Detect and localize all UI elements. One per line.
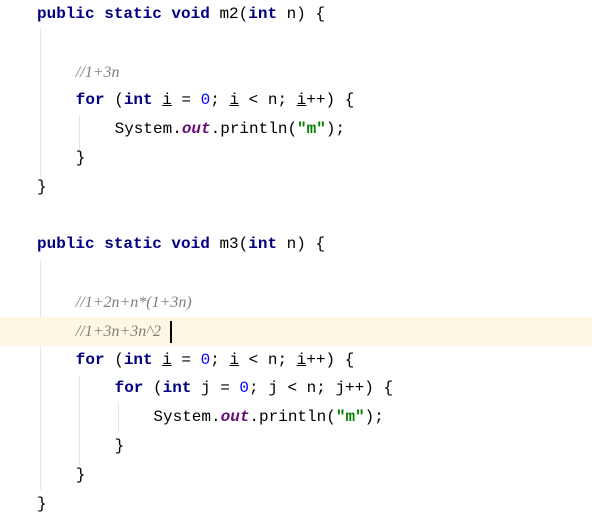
string-literal: "m" bbox=[335, 408, 365, 427]
code-content: public static void m2(int n) { bbox=[37, 0, 325, 29]
comment: //1+3n bbox=[75, 63, 120, 81]
code-line[interactable]: public static void m2(int n) { bbox=[0, 0, 592, 29]
code-text: n) { bbox=[277, 5, 326, 23]
code-content: for (int j = 0; j < n; j++) { bbox=[115, 374, 393, 403]
code-line[interactable]: //1+3n bbox=[0, 58, 592, 87]
code-line[interactable]: public static void m3(int n) { bbox=[0, 230, 592, 259]
keyword: public static void bbox=[37, 5, 220, 23]
keyword: int bbox=[123, 91, 163, 110]
code-line[interactable]: } bbox=[0, 461, 592, 490]
keyword: for bbox=[75, 91, 105, 110]
code-line[interactable] bbox=[0, 202, 592, 231]
code-content: } bbox=[115, 432, 125, 461]
code-text: } bbox=[37, 177, 47, 196]
keyword: for bbox=[75, 350, 105, 369]
code-line[interactable]: for (int i = 0; i < n; i++) { bbox=[0, 346, 592, 375]
variable-underlined: i bbox=[229, 91, 240, 110]
keyword: int bbox=[162, 379, 202, 398]
code-line[interactable]: } bbox=[0, 144, 592, 173]
number-literal: 0 bbox=[200, 350, 211, 369]
code-text: ; bbox=[210, 350, 230, 369]
code-text: j = bbox=[201, 379, 240, 398]
variable-underlined: i bbox=[162, 91, 172, 110]
code-content: //1+3n+3n^2 bbox=[76, 317, 161, 347]
code-line[interactable]: //1+3n+3n^2 bbox=[0, 316, 592, 347]
code-content: System.out.println("m"); bbox=[153, 403, 383, 432]
code-text: System. bbox=[153, 408, 221, 427]
code-text: ); bbox=[325, 120, 346, 139]
code-text: ; j < n; j++) { bbox=[249, 379, 394, 398]
code-content: } bbox=[37, 490, 47, 519]
text-cursor bbox=[170, 320, 172, 343]
code-text: System. bbox=[114, 120, 182, 139]
code-content: } bbox=[76, 144, 86, 173]
code-content: for (int i = 0; i < n; i++) { bbox=[76, 86, 355, 115]
code-text: ; bbox=[210, 91, 230, 110]
code-text: ( bbox=[104, 350, 124, 369]
code-text: ( bbox=[143, 379, 163, 398]
keyword: int bbox=[248, 5, 278, 23]
string-literal: "m" bbox=[297, 120, 326, 139]
number-literal: 0 bbox=[200, 91, 211, 110]
code-text: .println( bbox=[210, 120, 298, 139]
number-literal: 0 bbox=[239, 379, 250, 398]
code-content: //1+2n+n*(1+3n) bbox=[76, 288, 192, 318]
code-text: } bbox=[37, 494, 47, 513]
comment: //1+3n+3n^2 bbox=[75, 322, 162, 340]
code-content: } bbox=[37, 173, 47, 202]
code-text: = bbox=[171, 350, 201, 369]
code-line[interactable]: } bbox=[0, 490, 592, 519]
code-text: < n; bbox=[239, 91, 297, 110]
code-line[interactable]: for (int i = 0; i < n; i++) { bbox=[0, 86, 592, 115]
code-editor[interactable]: public static void m2(int n) {//1+3n for … bbox=[0, 0, 592, 530]
comment: //1+2n+n*(1+3n) bbox=[75, 294, 192, 311]
code-text: ++) { bbox=[306, 350, 355, 369]
code-line[interactable]: //1+2n+n*(1+3n) bbox=[0, 288, 592, 317]
variable-underlined: i bbox=[296, 350, 307, 369]
code-text: m2( bbox=[219, 5, 249, 23]
keyword: public static void bbox=[37, 235, 220, 254]
code-content: //1+3n bbox=[76, 58, 120, 88]
code-text: m3( bbox=[219, 235, 249, 254]
static-field: out bbox=[220, 408, 250, 427]
code-text: ++) { bbox=[306, 91, 355, 110]
code-content: for (int i = 0; i < n; i++) { bbox=[76, 346, 355, 375]
code-content: } bbox=[76, 461, 86, 490]
code-line[interactable]: for (int j = 0; j < n; j++) { bbox=[0, 374, 592, 403]
variable-underlined: i bbox=[162, 350, 172, 369]
keyword: int bbox=[123, 350, 163, 369]
code-line[interactable]: } bbox=[0, 173, 592, 202]
code-text: ); bbox=[364, 408, 384, 427]
keyword: for bbox=[114, 379, 144, 398]
code-line[interactable]: System.out.println("m"); bbox=[0, 115, 592, 144]
code-text: } bbox=[114, 437, 125, 455]
static-field: out bbox=[181, 120, 211, 139]
code-line[interactable] bbox=[0, 29, 592, 58]
code-line[interactable]: System.out.println("m"); bbox=[0, 403, 592, 432]
code-content: public static void m3(int n) { bbox=[37, 230, 325, 259]
code-content: System.out.println("m"); bbox=[115, 115, 345, 144]
code-text: = bbox=[171, 91, 201, 110]
code-text: } bbox=[75, 465, 86, 484]
code-text: n) { bbox=[277, 235, 326, 254]
code-text: .println( bbox=[249, 408, 336, 427]
variable-underlined: i bbox=[296, 91, 307, 110]
code-text: ( bbox=[104, 91, 124, 110]
variable-underlined: i bbox=[229, 350, 240, 369]
code-line[interactable]: } bbox=[0, 432, 592, 461]
code-line[interactable] bbox=[0, 259, 592, 288]
code-text: } bbox=[75, 149, 86, 167]
code-text: < n; bbox=[239, 350, 297, 369]
keyword: int bbox=[248, 235, 278, 254]
